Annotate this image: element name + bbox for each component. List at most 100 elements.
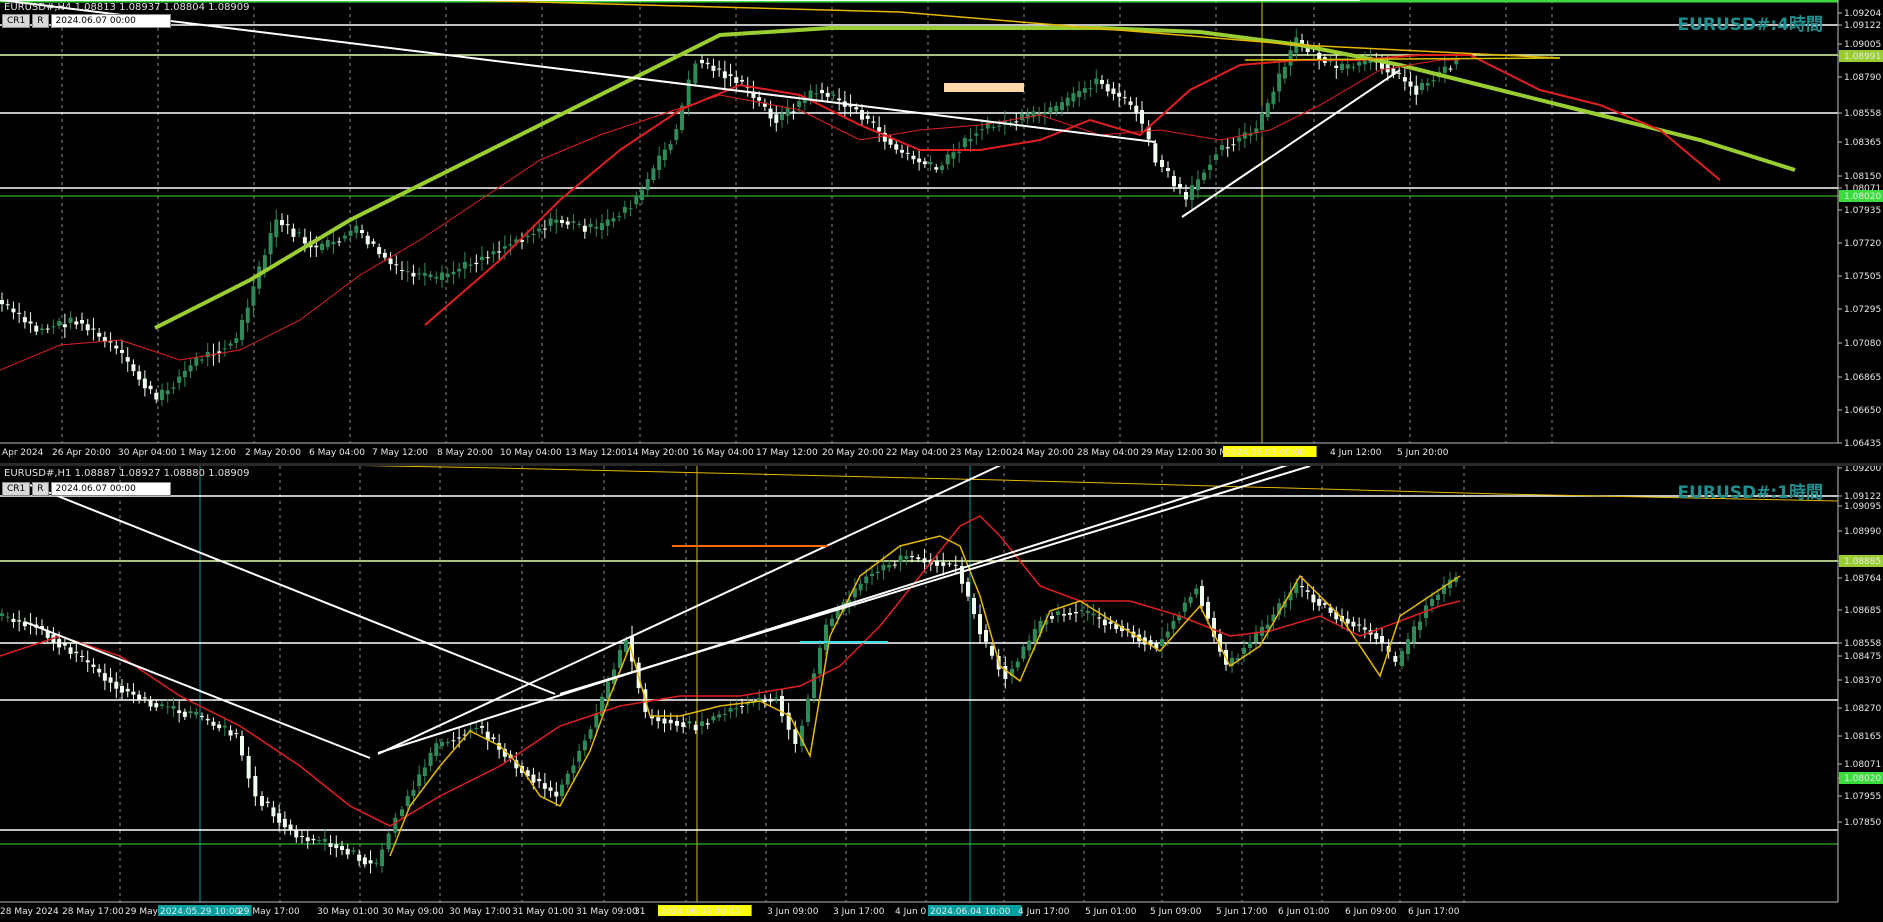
h4-candle	[662, 149, 667, 160]
h4-candle	[1345, 64, 1350, 69]
h1-candle	[830, 618, 834, 626]
h4-candle	[1357, 61, 1362, 66]
h4-candle	[428, 274, 433, 278]
h4-candle	[888, 138, 893, 145]
h1-candle	[125, 688, 130, 692]
h4-cr-button[interactable]: CR1	[2, 14, 31, 28]
h4-candle	[91, 328, 96, 330]
h1-candle	[812, 673, 816, 698]
h1-time-label: 6 Jun 17:00	[1408, 907, 1460, 917]
h4-candle	[480, 256, 484, 260]
h4-candle	[808, 90, 813, 99]
h1-datetime-field[interactable]: 2024.06.07 00:00	[50, 482, 171, 496]
h1-price-label: 1.08071	[1844, 760, 1881, 770]
h4-candle	[51, 326, 56, 328]
h1-candle	[571, 765, 576, 774]
h1-candle	[305, 837, 310, 842]
h4-candle	[97, 332, 102, 337]
h1-candle	[668, 719, 673, 724]
h1-candle	[537, 778, 542, 782]
h1-candle	[1194, 588, 1199, 595]
h4-time-label: 30 Apr 04:00	[118, 448, 177, 458]
h4-candle	[957, 151, 962, 153]
h4-candle	[594, 226, 599, 229]
h4-datetime-field[interactable]: 2024.06.07 00:00	[50, 14, 171, 28]
h4-candle	[1172, 176, 1176, 187]
h4-candle	[394, 264, 399, 266]
h4-trend-line	[1181, 69, 1401, 218]
h1-candle	[428, 752, 433, 766]
h1-candle	[972, 598, 976, 615]
h4-candle	[445, 273, 450, 278]
h4-price-label: 1.07295	[1844, 305, 1881, 315]
h1-candle	[984, 630, 988, 642]
h4-chart-pane[interactable]: 1.09204 1.09122 1.09005 1.08991 1.08790 1.085…	[0, 0, 1883, 463]
h1-time-label: 5 Jun 01:00	[1085, 907, 1137, 917]
h4-price-label: 1.06435	[1844, 439, 1881, 449]
h4-candle	[645, 179, 650, 190]
h4-candle	[900, 150, 904, 153]
h4-r-button[interactable]: R	[32, 14, 49, 28]
h4-candle	[491, 251, 496, 255]
h1-candle	[85, 660, 90, 663]
h1-candle	[234, 733, 239, 735]
h1-candle	[62, 643, 67, 646]
h1-price-label: 1.08165	[1844, 732, 1881, 742]
h4-candle	[314, 245, 319, 248]
h4-candle	[1048, 107, 1053, 113]
h1-time-label: 3 Jun 17:00	[833, 907, 885, 917]
h1-candle	[818, 647, 822, 674]
h1-time-label: 28 May 2024	[0, 907, 59, 917]
h4-price-label: 1.09122	[1844, 21, 1881, 31]
h1-candle	[1097, 617, 1102, 619]
h4-candle	[331, 241, 336, 245]
h4-candle	[1425, 83, 1430, 86]
h1-candle	[1056, 611, 1060, 615]
h1-cr-button[interactable]: CR1	[2, 482, 31, 496]
h1-candle	[740, 706, 744, 707]
h4-time-label: 5 Jun 20:00	[1397, 448, 1449, 458]
h1-candle	[340, 846, 344, 850]
h1-candle	[200, 716, 204, 717]
h1-chart-canvas[interactable]: 1.09200 1.091221.09095 1.08990 1.08885 1.087…	[0, 466, 1883, 922]
h1-price-label: 1.08020	[1844, 774, 1881, 784]
h4-candle	[502, 246, 507, 249]
h1-r-button[interactable]: R	[32, 482, 49, 496]
h1-candle	[1248, 642, 1252, 648]
h4-time-label: 7 May 12:00	[372, 448, 428, 458]
h4-candle	[728, 74, 733, 76]
h4-candle	[962, 138, 967, 148]
h4-candle	[371, 241, 376, 244]
h4-candle	[1225, 147, 1230, 149]
h1-candle	[1406, 639, 1410, 654]
h1-candle	[265, 801, 270, 804]
h4-candle	[611, 218, 616, 222]
h4-candle	[700, 60, 704, 64]
h4-candle	[622, 207, 627, 213]
h1-candle	[68, 647, 73, 654]
h1-time-label: 6 Jun 01:00	[1278, 907, 1330, 917]
h1-candle	[386, 833, 391, 850]
h1-candle	[0, 613, 4, 616]
h1-candle	[328, 843, 333, 847]
h1-candle	[1400, 651, 1404, 666]
h4-candle	[451, 271, 456, 275]
h4-candle	[940, 165, 944, 170]
h1-candle	[1165, 631, 1170, 638]
h1-candle	[300, 836, 304, 837]
h1-candle	[1412, 626, 1416, 642]
h1-chart-pane[interactable]: 1.09200 1.09122 1.09095 1.08990 1.08885 1.087…	[0, 466, 1883, 922]
h4-candle	[160, 389, 164, 400]
h1-candle	[582, 740, 587, 751]
h4-candle	[1420, 83, 1424, 90]
h4-candle	[1042, 113, 1047, 115]
h1-candle	[5, 616, 10, 618]
h4-candle	[1122, 97, 1127, 99]
h4-candle	[1184, 192, 1188, 200]
h1-candle	[935, 561, 939, 566]
h4-candle	[668, 144, 673, 150]
h4-candle	[1414, 85, 1419, 95]
h1-candle	[824, 624, 828, 650]
h4-candle	[565, 221, 570, 225]
h4-chart-canvas[interactable]: 1.09204 1.09122 1.09005 1.08991 1.08790 1.085…	[0, 0, 1883, 463]
